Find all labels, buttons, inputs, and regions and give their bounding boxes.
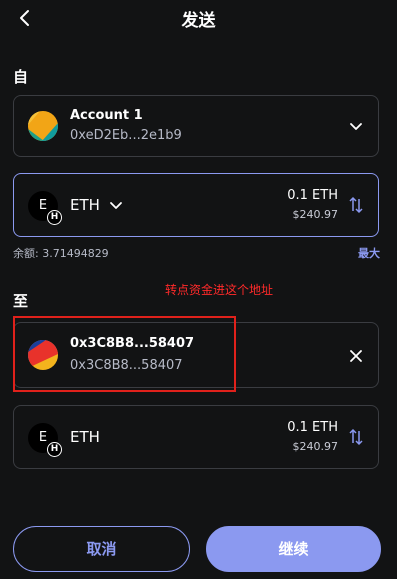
max-button[interactable]: 最大 — [358, 245, 380, 261]
account-name: Account 1 — [70, 108, 143, 123]
swap-vertical-icon[interactable] — [348, 428, 364, 446]
from-label: 自 — [13, 68, 29, 86]
token-symbol: ETH — [70, 428, 100, 446]
account-address: 0xeD2Eb...2e1b9 — [70, 128, 182, 143]
annotation-highlight-box — [13, 316, 236, 392]
fiat-amount: $240.97 — [292, 440, 339, 453]
to-label: 至 — [13, 292, 29, 310]
fiat-amount: $240.97 — [292, 208, 339, 221]
token-symbol: ETH — [70, 196, 100, 214]
token-amount[interactable]: 0.1 ETH — [287, 188, 338, 203]
swap-vertical-icon[interactable] — [348, 196, 364, 214]
continue-button[interactable]: 继续 — [206, 526, 381, 572]
annotation-text: 转点资金进这个地址 — [165, 283, 274, 297]
network-badge-icon: H — [47, 442, 62, 457]
from-account-selector[interactable]: Account 1 0xeD2Eb...2e1b9 — [13, 95, 379, 157]
to-token-display[interactable]: E H ETH 0.1 ETH $240.97 — [13, 405, 379, 469]
token-amount: 0.1 ETH — [287, 420, 338, 435]
chevron-down-icon — [350, 123, 362, 130]
cancel-button[interactable]: 取消 — [13, 526, 190, 572]
page-title: 发送 — [181, 11, 216, 31]
network-badge-icon: H — [47, 210, 62, 225]
token-dropdown-chevron-icon[interactable] — [109, 201, 123, 211]
balance-text: 余额: 3.71494829 — [13, 247, 109, 260]
close-icon[interactable] — [349, 349, 363, 363]
account-avatar — [28, 111, 58, 141]
from-token-input[interactable]: E H ETH 0.1 ETH $240.97 — [13, 173, 379, 237]
